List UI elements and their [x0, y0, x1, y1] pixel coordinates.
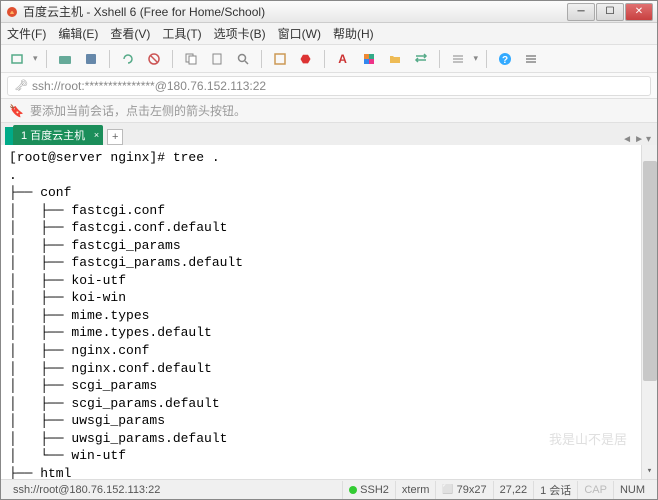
status-num: NUM: [614, 481, 651, 499]
tag-icon: 🔖: [9, 104, 24, 118]
help-icon[interactable]: ?: [495, 49, 515, 69]
tab-active[interactable]: 1 百度云主机 ×: [13, 125, 103, 145]
status-pos: 27,22: [494, 481, 535, 499]
tab-nav: ◄ ► ▾: [622, 134, 651, 145]
status-dot-icon: [349, 486, 357, 494]
open-icon[interactable]: [55, 49, 75, 69]
menu-tabs[interactable]: 选项卡(B): [214, 25, 266, 42]
paste-icon[interactable]: [207, 49, 227, 69]
lock-icon: 🗝: [14, 79, 28, 92]
menu-tools[interactable]: 工具(T): [162, 25, 201, 42]
maximize-button[interactable]: ☐: [596, 3, 624, 21]
tabbar: 1 百度云主机 × + ◄ ► ▾: [1, 123, 657, 145]
list-icon[interactable]: [448, 49, 468, 69]
scroll-down-icon[interactable]: ▾: [642, 463, 657, 479]
color-icon[interactable]: [359, 49, 379, 69]
tab-add-button[interactable]: +: [107, 129, 123, 145]
terminal-output: [root@server nginx]# tree . . ├── conf │…: [9, 150, 243, 479]
scroll-thumb[interactable]: [643, 161, 657, 381]
transfer-icon[interactable]: [411, 49, 431, 69]
menu-icon[interactable]: [521, 49, 541, 69]
addressbar: 🗝 ssh://root:***************@180.76.152.…: [1, 73, 657, 99]
script-icon[interactable]: ⬣: [296, 49, 316, 69]
window-title: 百度云主机 - Xshell 6 (Free for Home/School): [23, 3, 567, 20]
status-size: ⬜ 79x27: [436, 481, 493, 499]
status-cap: CAP: [578, 481, 614, 499]
terminal[interactable]: [root@server nginx]# tree . . ├── conf │…: [1, 145, 657, 479]
properties-icon[interactable]: [270, 49, 290, 69]
status-connection: ssh://root@180.76.152.113:22: [7, 481, 343, 499]
tab-label: 1 百度云主机: [21, 127, 85, 143]
app-icon: [5, 5, 19, 19]
folder-icon[interactable]: [385, 49, 405, 69]
menu-file[interactable]: 文件(F): [7, 25, 46, 42]
tab-prev-icon[interactable]: ◄: [622, 134, 632, 145]
tab-next-icon[interactable]: ►: [634, 134, 644, 145]
menu-view[interactable]: 查看(V): [110, 25, 150, 42]
address-input[interactable]: 🗝 ssh://root:***************@180.76.152.…: [7, 76, 651, 96]
dropdown-icon[interactable]: ▾: [33, 53, 38, 64]
hint-text: 要添加当前会话，点击左侧的箭头按钮。: [30, 102, 246, 119]
tab-list-icon[interactable]: ▾: [646, 134, 651, 145]
window-controls: ─ ☐ ✕: [567, 3, 653, 21]
svg-text:?: ?: [502, 55, 508, 66]
new-session-icon[interactable]: [7, 49, 27, 69]
minimize-button[interactable]: ─: [567, 3, 595, 21]
toolbar: ▾ ⬣ A ▾ ?: [1, 45, 657, 73]
tab-close-icon[interactable]: ×: [94, 130, 99, 140]
scrollbar-vertical[interactable]: ▴ ▾: [641, 145, 657, 479]
hintbar: 🔖 要添加当前会话，点击左侧的箭头按钮。: [1, 99, 657, 123]
menu-window[interactable]: 窗口(W): [278, 25, 321, 42]
tab-marker: [5, 127, 13, 145]
font-icon[interactable]: A: [333, 49, 353, 69]
copy-icon[interactable]: [181, 49, 201, 69]
status-sessions: 1 会话: [534, 481, 578, 499]
dropdown-icon[interactable]: ▾: [474, 53, 479, 64]
statusbar: ssh://root@180.76.152.113:22 SSH2 xterm …: [1, 479, 657, 499]
status-protocol: SSH2: [343, 481, 396, 499]
menubar: 文件(F) 编辑(E) 查看(V) 工具(T) 选项卡(B) 窗口(W) 帮助(…: [1, 23, 657, 45]
close-button[interactable]: ✕: [625, 3, 653, 21]
titlebar: 百度云主机 - Xshell 6 (Free for Home/School) …: [1, 1, 657, 23]
search-icon[interactable]: [233, 49, 253, 69]
reconnect-icon[interactable]: [118, 49, 138, 69]
menu-edit[interactable]: 编辑(E): [58, 25, 98, 42]
save-icon[interactable]: [81, 49, 101, 69]
status-term: xterm: [396, 481, 437, 499]
menu-help[interactable]: 帮助(H): [333, 25, 374, 42]
disconnect-icon[interactable]: [144, 49, 164, 69]
address-text: ssh://root:***************@180.76.152.11…: [32, 79, 266, 93]
watermark: 我是山不是居: [549, 431, 627, 449]
